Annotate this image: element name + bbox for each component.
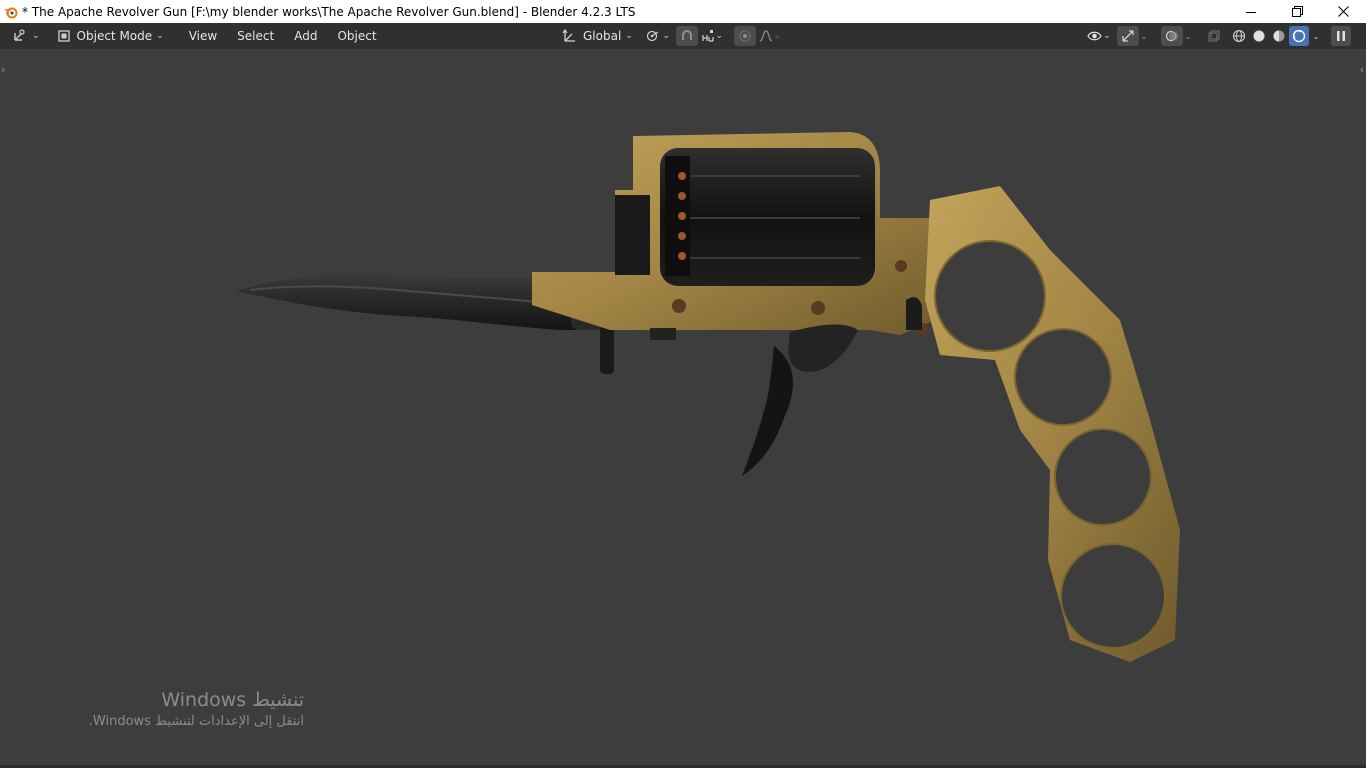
menu-add[interactable]: Add [288, 26, 323, 46]
viewport-header: ⌄ Object Mode ⌄ View Select Add Object G… [0, 23, 1366, 49]
gizmo-options-chevron[interactable]: ⌄ [1139, 26, 1149, 46]
falloff-icon [759, 29, 773, 43]
menu-object[interactable]: Object [331, 26, 382, 46]
trigger [650, 324, 858, 476]
revolver-model[interactable] [0, 49, 1366, 768]
snap-target-button[interactable]: ⌄ [698, 26, 726, 46]
activation-title: تنشيط Windows [161, 689, 304, 711]
overlay-toggle[interactable] [1161, 26, 1183, 46]
snap-toggle[interactable] [675, 26, 698, 46]
close-icon[interactable] [1320, 0, 1366, 23]
windows-activation-watermark: تنشيط Windows انتقل إلى الإعدادات لتنشيط… [89, 688, 304, 732]
restore-icon[interactable] [1274, 0, 1320, 23]
material-shading-button[interactable] [1269, 26, 1289, 46]
menu-select[interactable]: Select [231, 26, 280, 46]
snap-target-icon [701, 29, 715, 43]
transform-orientation-icon [562, 29, 577, 43]
object-mode-icon [57, 29, 71, 43]
window-controls [1228, 0, 1366, 23]
rendered-shading-icon [1292, 29, 1306, 43]
pause-render-button[interactable] [1331, 26, 1351, 46]
falloff-button[interactable]: ⌄ [756, 26, 784, 46]
mode-selector[interactable]: Object Mode ⌄ [50, 26, 171, 46]
shading-options-chevron[interactable]: ⌄ [1309, 26, 1323, 46]
overlay-icon [1165, 29, 1179, 43]
blender-window: { "window": { "title": "* The Apache Rev… [0, 0, 1366, 768]
transform-orientation-selector[interactable]: Global ⌄ [557, 26, 638, 46]
proportional-edit-icon [738, 29, 752, 43]
xray-toggle[interactable] [1203, 26, 1225, 46]
solid-shading-icon [1252, 29, 1266, 43]
menu-view[interactable]: View [183, 26, 223, 46]
gizmo-toggle[interactable] [1117, 26, 1139, 46]
3d-viewport[interactable]: › ‹ تنشيط Windows انتقل إلى الإعدادات لت… [0, 49, 1366, 768]
editor-type-button[interactable]: ⌄ [8, 26, 44, 46]
solid-shading-button[interactable] [1249, 26, 1269, 46]
activation-subtitle: انتقل إلى الإعدادات لتنشيط Windows. [88, 714, 304, 729]
mode-label: Object Mode [76, 29, 153, 43]
pause-icon [1335, 30, 1347, 42]
pivot-point-button[interactable]: ⌄ [644, 26, 672, 46]
overlay-options-chevron[interactable]: ⌄ [1183, 26, 1193, 46]
wireframe-shading-icon [1232, 29, 1246, 43]
window-title: * The Apache Revolver Gun [F:\my blender… [22, 4, 636, 19]
proportional-edit-toggle[interactable] [733, 26, 756, 46]
knuckle-duster [925, 186, 1180, 662]
title-bar: * The Apache Revolver Gun [F:\my blender… [0, 0, 1366, 23]
transform-orientation-label: Global [583, 29, 622, 43]
pivot-icon [646, 29, 662, 43]
editor-type-icon [12, 28, 28, 45]
xray-icon [1207, 29, 1221, 43]
rendered-shading-button[interactable] [1289, 26, 1309, 46]
minimize-icon[interactable] [1228, 0, 1274, 23]
gizmo-icon [1121, 29, 1135, 43]
material-shading-icon [1272, 29, 1286, 43]
visibility-selector[interactable]: ⌄ [1085, 26, 1113, 46]
wireframe-shading-button[interactable] [1229, 26, 1249, 46]
blender-icon [0, 0, 22, 23]
visibility-icon [1087, 30, 1102, 42]
snap-icon [680, 29, 694, 43]
